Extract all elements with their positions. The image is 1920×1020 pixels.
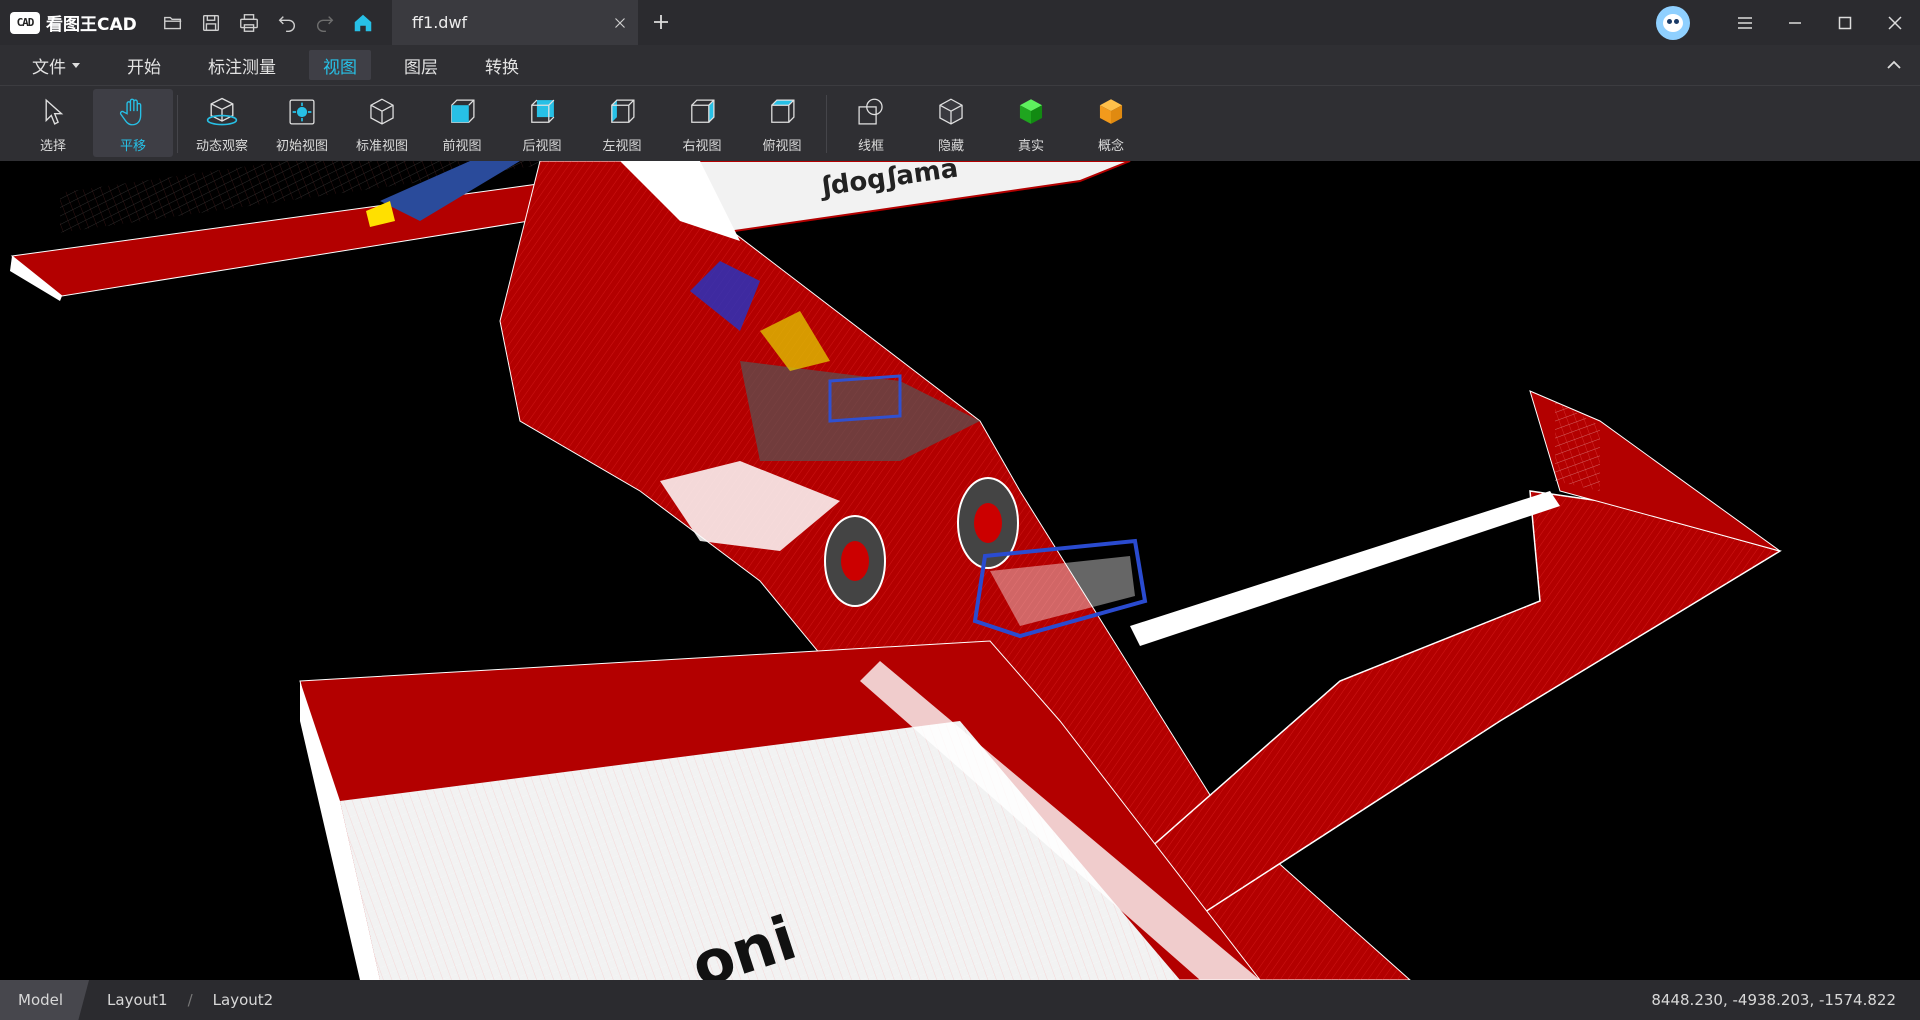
tool-front-view[interactable]: 前视图	[422, 89, 502, 157]
open-folder-icon[interactable]	[159, 9, 187, 37]
user-avatar[interactable]	[1656, 5, 1690, 40]
tool-standard-view[interactable]: 标准视图	[342, 89, 422, 157]
layout-tab-layout2[interactable]: Layout2	[195, 980, 292, 1020]
initial-view-icon	[282, 92, 322, 132]
drawing-canvas[interactable]: oni ɐɯɐʃɓopʃ	[0, 161, 1920, 980]
tool-top-view[interactable]: 俯视图	[742, 89, 822, 157]
layout-separator: /	[187, 991, 193, 1009]
tool-hidden[interactable]: 隐藏	[911, 89, 991, 157]
app-logo: CAD 看图王CAD	[10, 0, 137, 45]
layout-tab-layout1[interactable]: Layout1	[89, 980, 186, 1020]
toolbar-divider	[826, 95, 827, 153]
tool-front-view-label: 前视图	[442, 139, 482, 154]
tool-right-view[interactable]: 右视图	[662, 89, 742, 157]
tool-conceptual[interactable]: 概念	[1071, 89, 1151, 157]
tool-orbit[interactable]: 动态观察	[182, 89, 262, 157]
left-view-icon	[602, 92, 642, 132]
app-logo-badge: CAD	[10, 11, 40, 34]
tool-initial-view-label: 初始视图	[275, 139, 328, 154]
tool-pan-label: 平移	[119, 139, 146, 154]
window-controls	[1656, 0, 1920, 45]
home-icon[interactable]	[349, 9, 377, 37]
tool-pan[interactable]: 平移	[93, 89, 173, 157]
menu-file-label: 文件	[32, 57, 66, 78]
save-icon[interactable]	[197, 9, 225, 37]
menu-annotate-measure[interactable]: 标注测量	[194, 50, 290, 80]
cursor-arrow-icon	[33, 92, 73, 132]
avatar-eye-right	[1674, 18, 1679, 24]
tool-back-view-label: 后视图	[522, 139, 562, 154]
tool-left-view-label: 左视图	[602, 139, 642, 154]
tool-top-view-label: 俯视图	[762, 139, 802, 154]
tool-wireframe-label: 线框	[857, 139, 884, 154]
document-tab-label: ff1.dwf	[412, 13, 468, 32]
menu-view[interactable]: 视图	[309, 50, 371, 80]
front-view-icon	[442, 92, 482, 132]
wireframe-icon	[851, 92, 891, 132]
avatar-eye-left	[1667, 18, 1672, 24]
redo-icon[interactable]	[311, 9, 339, 37]
print-icon[interactable]	[235, 9, 263, 37]
orbit-icon	[202, 92, 242, 132]
back-view-icon	[522, 92, 562, 132]
app-name: 看图王CAD	[46, 15, 137, 35]
main-menu-icon[interactable]	[1720, 0, 1770, 45]
toolbar-divider	[177, 95, 178, 153]
tool-standard-view-label: 标准视图	[355, 139, 408, 154]
layout-tab-model[interactable]: Model	[0, 980, 90, 1020]
menu-convert[interactable]: 转换	[471, 50, 533, 80]
minimize-icon[interactable]	[1770, 0, 1820, 45]
cursor-coordinates: 8448.230, -4938.203, -1574.822	[1651, 991, 1896, 1009]
tool-right-view-label: 右视图	[682, 139, 722, 154]
hidden-icon	[931, 92, 971, 132]
tool-realistic[interactable]: 真实	[991, 89, 1071, 157]
status-bar: Model Layout1 / Layout2 8448.230, -4938.…	[0, 980, 1920, 1020]
tool-back-view[interactable]: 后视图	[502, 89, 582, 157]
right-view-icon	[682, 92, 722, 132]
menu-file[interactable]: 文件	[18, 50, 94, 80]
new-tab-icon[interactable]	[648, 9, 674, 35]
menu-bar: 文件 开始 标注测量 视图 图层 转换	[0, 45, 1920, 86]
tool-orbit-label: 动态观察	[195, 139, 248, 154]
close-window-icon[interactable]	[1870, 0, 1920, 45]
conceptual-icon	[1091, 92, 1131, 132]
maximize-icon[interactable]	[1820, 0, 1870, 45]
top-view-icon	[762, 92, 802, 132]
tool-realistic-label: 真实	[1017, 139, 1044, 154]
tool-hidden-label: 隐藏	[937, 139, 964, 154]
pan-hand-icon	[113, 92, 153, 132]
tool-initial-view[interactable]: 初始视图	[262, 89, 342, 157]
collapse-ribbon-icon[interactable]	[1884, 55, 1904, 75]
tool-wireframe[interactable]: 线框	[831, 89, 911, 157]
tool-select-label: 选择	[39, 139, 66, 154]
menu-layers[interactable]: 图层	[390, 50, 452, 80]
menu-start[interactable]: 开始	[113, 50, 175, 80]
title-bar: CAD 看图王CAD ff1.dwf	[0, 0, 1920, 45]
quick-access-toolbar	[159, 9, 377, 37]
tool-conceptual-label: 概念	[1097, 139, 1124, 154]
standard-view-icon	[362, 92, 402, 132]
tool-select[interactable]: 选择	[13, 89, 93, 157]
undo-icon[interactable]	[273, 9, 301, 37]
avatar-face	[1663, 13, 1683, 32]
realistic-icon	[1011, 92, 1051, 132]
chevron-down-icon	[72, 62, 80, 68]
aircraft-wireframe-model: oni ɐɯɐʃɓopʃ	[10, 161, 1782, 980]
document-tab[interactable]: ff1.dwf	[392, 0, 638, 45]
view-toolbar: 选择 平移 动态观察 初始视图 标准视图 前视图 后视图 左视图 右视图 俯视图…	[0, 86, 1920, 161]
close-tab-icon[interactable]	[612, 15, 628, 31]
tool-left-view[interactable]: 左视图	[582, 89, 662, 157]
